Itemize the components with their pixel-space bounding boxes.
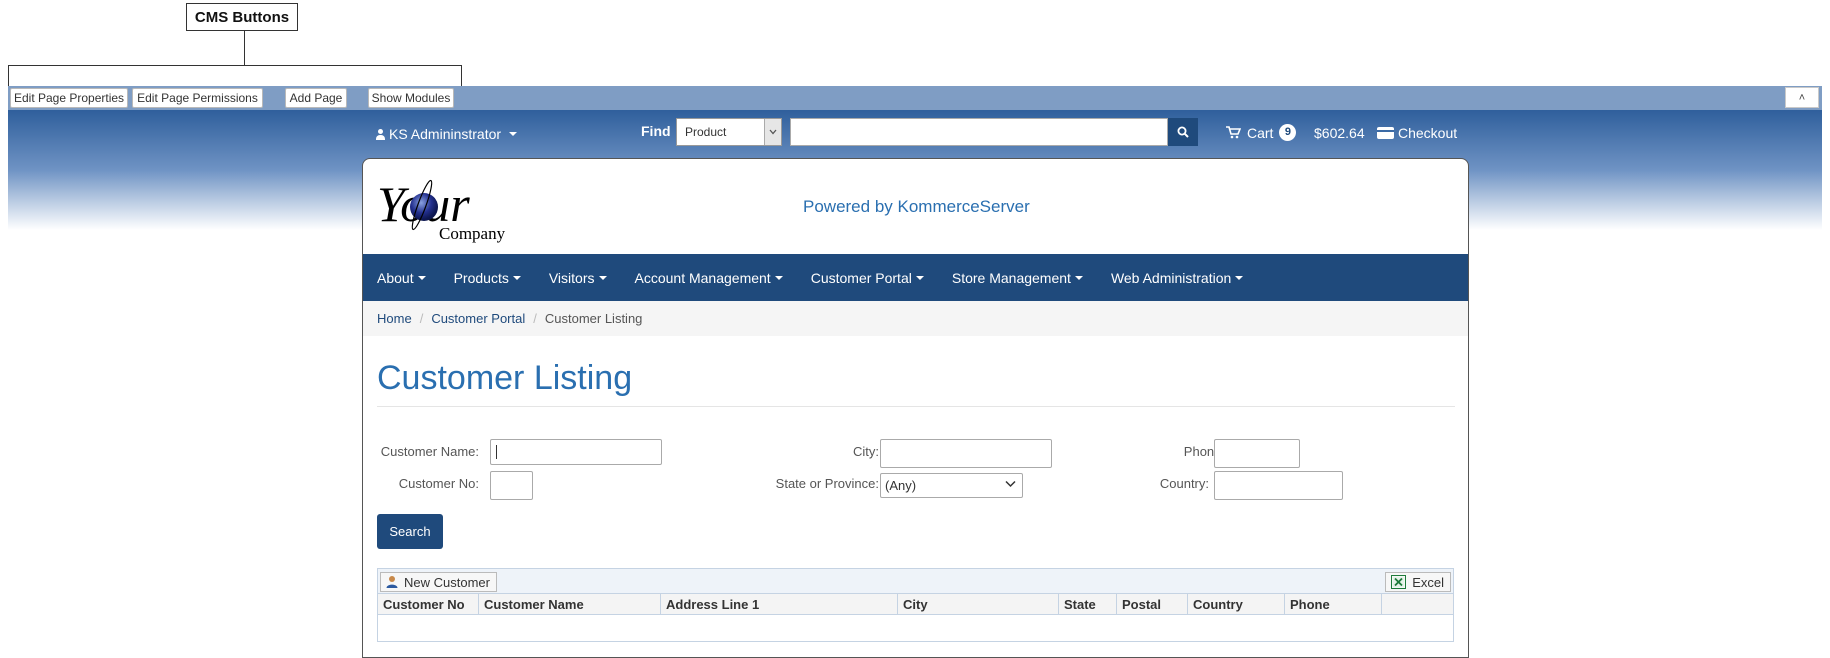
breadcrumb-separator: / xyxy=(419,311,424,326)
column-header-city[interactable]: City xyxy=(898,594,1059,614)
nav-item-about[interactable]: About xyxy=(363,270,440,286)
new-customer-button[interactable]: New Customer xyxy=(380,572,497,592)
cms-toolbar: Edit Page Properties Edit Page Permissio… xyxy=(8,86,1822,110)
nav-item-web-administration[interactable]: Web Administration xyxy=(1097,270,1257,286)
customer-grid: New Customer Excel Customer No Customer … xyxy=(377,568,1454,642)
cms-buttons-callout: CMS Buttons xyxy=(186,3,298,31)
user-icon xyxy=(376,128,385,140)
search-button[interactable] xyxy=(1168,118,1198,146)
country-input[interactable] xyxy=(1214,471,1343,500)
user-add-icon xyxy=(386,576,398,588)
excel-icon xyxy=(1391,575,1407,589)
company-logo[interactable]: Your Company xyxy=(377,173,517,243)
state-select[interactable]: (Any) xyxy=(880,473,1023,498)
checkout-link[interactable]: Checkout xyxy=(1377,125,1457,141)
nav-label: Products xyxy=(453,269,509,286)
column-header-customer-no[interactable]: Customer No xyxy=(378,594,479,614)
breadcrumb: Home / Customer Portal / Customer Listin… xyxy=(363,301,1468,336)
grid-toolbar: New Customer Excel xyxy=(378,569,1453,594)
column-header-phone[interactable]: Phone xyxy=(1285,594,1382,614)
nav-item-customer-portal[interactable]: Customer Portal xyxy=(797,270,938,286)
cart-total: $602.64 xyxy=(1314,125,1365,141)
nav-label: Account Management xyxy=(634,269,771,286)
column-header-state[interactable]: State xyxy=(1059,594,1117,614)
chevron-down-icon xyxy=(915,275,924,280)
customer-no-input[interactable] xyxy=(490,471,533,500)
search-icon xyxy=(1177,126,1189,138)
nav-label: Visitors xyxy=(548,269,595,286)
title-divider xyxy=(377,406,1455,407)
edit-page-properties-button[interactable]: Edit Page Properties xyxy=(10,88,128,108)
excel-label: Excel xyxy=(1412,574,1444,590)
chevron-down-icon xyxy=(1005,480,1016,488)
logo-text-bottom: Company xyxy=(439,224,506,243)
chevron-down-icon xyxy=(1235,275,1244,280)
state-label: State or Province: xyxy=(775,476,879,491)
breadcrumb-home[interactable]: Home xyxy=(377,311,412,326)
country-label: Country: xyxy=(1159,476,1209,491)
chevron-down-icon xyxy=(764,119,781,145)
city-input[interactable] xyxy=(880,439,1052,468)
cart-link[interactable]: Cart 9 xyxy=(1226,124,1297,141)
powered-by-text: Powered by KommerceServer xyxy=(803,197,1030,216)
chevron-down-icon xyxy=(512,275,521,280)
page-title: Customer Listing xyxy=(377,359,633,397)
show-modules-button[interactable]: Show Modules xyxy=(368,88,454,108)
text-cursor xyxy=(496,445,497,459)
chevron-down-icon xyxy=(417,275,426,280)
state-select-value: (Any) xyxy=(885,478,917,493)
column-header-country[interactable]: Country xyxy=(1188,594,1285,614)
city-label: City: xyxy=(853,444,879,459)
customer-name-label: Customer Name: xyxy=(380,444,479,459)
search-input[interactable] xyxy=(790,118,1168,146)
column-header-actions xyxy=(1382,594,1453,614)
phone-input[interactable] xyxy=(1214,439,1300,468)
nav-item-visitors[interactable]: Visitors xyxy=(535,270,621,286)
nav-label: Store Management xyxy=(951,269,1071,286)
customer-no-label: Customer No: xyxy=(398,476,479,491)
nav-item-products[interactable]: Products xyxy=(440,270,535,286)
cart-icon xyxy=(1226,126,1241,139)
page-container: Your Company Powered by KommerceServer A… xyxy=(362,158,1469,658)
nav-item-account-management[interactable]: Account Management xyxy=(621,270,797,286)
phone-label: Phone: xyxy=(1183,444,1225,459)
chevron-down-icon xyxy=(774,275,783,280)
callout-label: CMS Buttons xyxy=(194,8,290,26)
find-type-select[interactable]: Product xyxy=(676,118,782,146)
chevron-down-icon xyxy=(509,132,518,136)
table-row xyxy=(378,615,1453,641)
breadcrumb-separator: / xyxy=(533,311,537,326)
user-menu[interactable]: KS Admininstrator xyxy=(376,126,518,142)
breadcrumb-current: Customer Listing xyxy=(544,311,643,326)
chevron-down-icon xyxy=(598,275,607,280)
column-header-address-line-1[interactable]: Address Line 1 xyxy=(661,594,898,614)
checkout-label: Checkout xyxy=(1398,125,1458,141)
column-header-postal[interactable]: Postal xyxy=(1117,594,1188,614)
user-name: KS Admininstrator xyxy=(389,126,502,142)
callout-connector xyxy=(244,31,245,65)
column-header-customer-name[interactable]: Customer Name xyxy=(479,594,661,614)
customer-name-input[interactable] xyxy=(490,439,662,465)
cart-label: Cart xyxy=(1247,124,1274,141)
nav-label: About xyxy=(377,269,414,286)
cart-count-badge: 9 xyxy=(1279,124,1297,141)
excel-export-button[interactable]: Excel xyxy=(1385,572,1451,592)
breadcrumb-customer-portal[interactable]: Customer Portal xyxy=(431,311,525,326)
main-navigation: About Products Visitors Account Manageme… xyxy=(363,254,1468,301)
grid-header-row: Customer No Customer Name Address Line 1… xyxy=(378,594,1453,615)
credit-card-icon xyxy=(1377,127,1394,139)
add-page-button[interactable]: Add Page xyxy=(285,88,347,108)
new-customer-label: New Customer xyxy=(404,574,490,590)
find-label: Find xyxy=(641,123,671,139)
chevron-down-icon xyxy=(1074,275,1083,280)
collapse-toolbar-icon[interactable]: ˄ xyxy=(1785,87,1819,108)
edit-page-permissions-button[interactable]: Edit Page Permissions xyxy=(132,88,263,108)
search-submit-button[interactable]: Search xyxy=(377,514,443,549)
nav-label: Web Administration xyxy=(1110,269,1232,286)
nav-item-store-management[interactable]: Store Management xyxy=(938,270,1097,286)
nav-label: Customer Portal xyxy=(810,269,912,286)
find-type-value: Product xyxy=(685,125,727,139)
